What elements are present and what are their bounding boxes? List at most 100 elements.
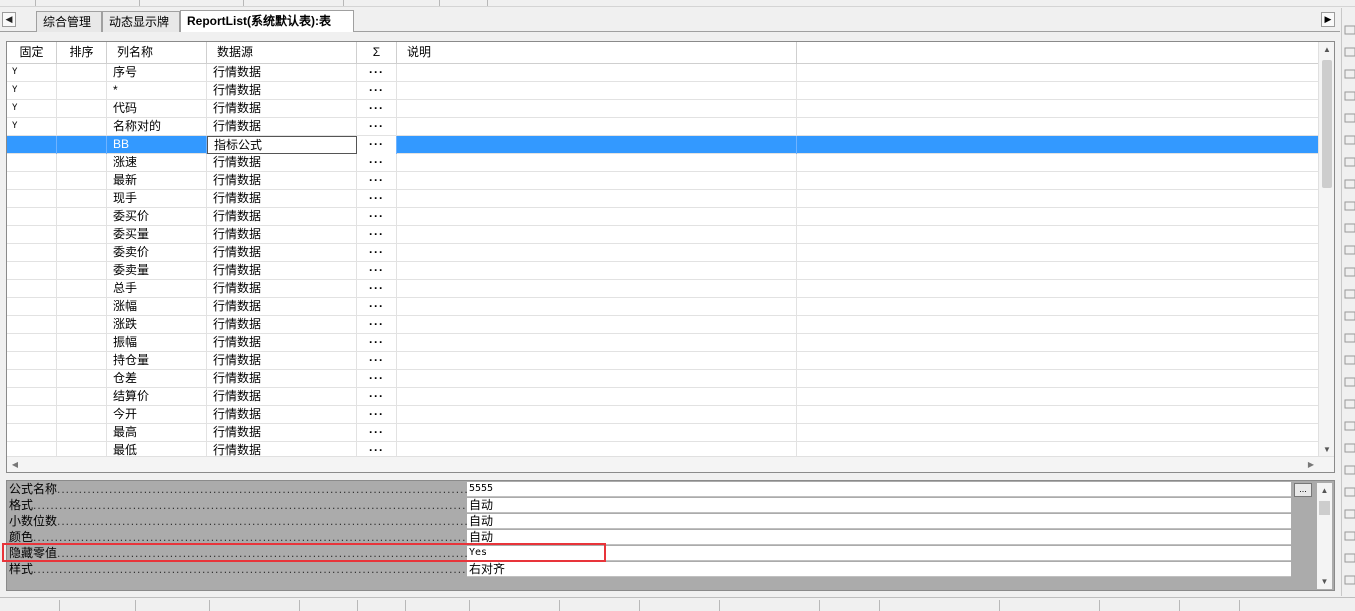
property-value[interactable]: 自动: [467, 498, 1291, 513]
table-row[interactable]: 涨幅 行情数据 ···: [7, 298, 1319, 316]
toolbar-icon[interactable]: [1343, 332, 1355, 346]
toolbar-icon[interactable]: [1343, 464, 1355, 478]
formula-browse-button[interactable]: ...: [1294, 483, 1312, 497]
scroll-up-icon[interactable]: ▲: [1317, 483, 1332, 498]
toolbar-icon[interactable]: [1343, 244, 1355, 258]
toolbar-icon[interactable]: [1343, 156, 1355, 170]
table-row[interactable]: Y 代码 行情数据 ···: [7, 100, 1319, 118]
table-row[interactable]: 持仓量 行情数据 ···: [7, 352, 1319, 370]
scroll-left-icon[interactable]: ◀: [7, 457, 23, 472]
toolbar-icon[interactable]: [1343, 178, 1355, 192]
cell-data-source[interactable]: 行情数据: [207, 316, 357, 334]
toolbar-icon[interactable]: [1343, 486, 1355, 500]
cell-column-name[interactable]: 最高: [107, 424, 207, 442]
toolbar-icon[interactable]: [1343, 420, 1355, 434]
header-sort[interactable]: 排序: [57, 42, 107, 64]
cell-sum[interactable]: ···: [357, 352, 397, 370]
table-row[interactable]: Y 序号 行情数据 ···: [7, 64, 1319, 82]
cell-column-name[interactable]: 持仓量: [107, 352, 207, 370]
scroll-down-icon[interactable]: ▼: [1317, 574, 1332, 589]
toolbar-icon[interactable]: [1343, 288, 1355, 302]
cell-sum[interactable]: ···: [357, 226, 397, 244]
cell-sum[interactable]: ···: [357, 100, 397, 118]
tab-comprehensive-management[interactable]: 综合管理: [36, 11, 102, 32]
toolbar-icon[interactable]: [1343, 24, 1355, 38]
cell-sum[interactable]: ···: [357, 190, 397, 208]
cell-sum[interactable]: ···: [357, 172, 397, 190]
cell-data-source[interactable]: 行情数据: [207, 298, 357, 316]
tab-scroll-left-button[interactable]: ◀: [2, 12, 16, 27]
property-row[interactable]: 颜色......................................…: [7, 530, 1317, 546]
toolbar-icon[interactable]: [1343, 574, 1355, 588]
table-row[interactable]: 最新 行情数据 ···: [7, 172, 1319, 190]
table-row[interactable]: 委卖价 行情数据 ···: [7, 244, 1319, 262]
property-value[interactable]: 自动: [467, 530, 1291, 545]
cell-column-name[interactable]: 仓差: [107, 370, 207, 388]
cell-sum[interactable]: ···: [357, 370, 397, 388]
cell-data-source[interactable]: 行情数据: [207, 226, 357, 244]
header-column-name[interactable]: 列名称: [107, 42, 207, 64]
cell-column-name[interactable]: 序号: [107, 64, 207, 82]
table-row[interactable]: 委买价 行情数据 ···: [7, 208, 1319, 226]
cell-sum[interactable]: ···: [357, 388, 397, 406]
cell-column-name[interactable]: 涨跌: [107, 316, 207, 334]
table-row[interactable]: 今开 行情数据 ···: [7, 406, 1319, 424]
cell-column-name[interactable]: 涨幅: [107, 298, 207, 316]
cell-data-source[interactable]: 行情数据: [207, 424, 357, 442]
cell-data-source[interactable]: 行情数据: [207, 352, 357, 370]
cell-data-source[interactable]: 行情数据: [207, 190, 357, 208]
cell-column-name[interactable]: 代码: [107, 100, 207, 118]
property-scrollbar[interactable]: ▲ ▼: [1317, 483, 1332, 589]
toolbar-icon[interactable]: [1343, 354, 1355, 368]
cell-column-name[interactable]: 委卖量: [107, 262, 207, 280]
toolbar-icon[interactable]: [1343, 112, 1355, 126]
cell-column-name[interactable]: 名称对的: [107, 118, 207, 136]
property-row[interactable]: 小数位数....................................…: [7, 514, 1317, 530]
tab-dynamic-board[interactable]: 动态显示牌: [102, 11, 180, 32]
table-row[interactable]: 仓差 行情数据 ···: [7, 370, 1319, 388]
cell-data-source[interactable]: 行情数据: [207, 100, 357, 118]
cell-column-name[interactable]: 最新: [107, 172, 207, 190]
cell-column-name[interactable]: 总手: [107, 280, 207, 298]
cell-column-name[interactable]: 今开: [107, 406, 207, 424]
table-row[interactable]: 振幅 行情数据 ···: [7, 334, 1319, 352]
table-row[interactable]: 涨速 行情数据 ···: [7, 154, 1319, 172]
toolbar-icon[interactable]: [1343, 68, 1355, 82]
cell-sum[interactable]: ···: [357, 244, 397, 262]
cell-sum[interactable]: ···: [357, 334, 397, 352]
cell-data-source[interactable]: 行情数据: [207, 64, 357, 82]
grid-horizontal-scrollbar[interactable]: ◀ ▶: [7, 456, 1334, 472]
table-row[interactable]: 委买量 行情数据 ···: [7, 226, 1319, 244]
toolbar-icon[interactable]: [1343, 552, 1355, 566]
toolbar-icon[interactable]: [1343, 442, 1355, 456]
property-value[interactable]: Yes: [467, 546, 1291, 561]
header-fixed[interactable]: 固定: [7, 42, 57, 64]
table-row[interactable]: 现手 行情数据 ···: [7, 190, 1319, 208]
table-row[interactable]: 最高 行情数据 ···: [7, 424, 1319, 442]
cell-column-name[interactable]: 涨速: [107, 154, 207, 172]
cell-data-source[interactable]: 行情数据: [207, 172, 357, 190]
table-row[interactable]: 总手 行情数据 ···: [7, 280, 1319, 298]
header-data-source[interactable]: 数据源: [207, 42, 357, 64]
table-row[interactable]: BB 指标公式 ···: [7, 136, 1319, 154]
cell-sum[interactable]: ···: [357, 298, 397, 316]
property-row[interactable]: 隐藏零值....................................…: [7, 546, 1317, 562]
cell-column-name[interactable]: BB: [107, 136, 207, 154]
cell-column-name[interactable]: 委买价: [107, 208, 207, 226]
cell-column-name[interactable]: *: [107, 82, 207, 100]
tab-report-list[interactable]: ReportList(系统默认表):表: [180, 10, 354, 32]
cell-sum[interactable]: ···: [357, 64, 397, 82]
toolbar-icon[interactable]: [1343, 266, 1355, 280]
grid-vertical-scrollbar[interactable]: ▲ ▼: [1318, 42, 1334, 458]
cell-column-name[interactable]: 现手: [107, 190, 207, 208]
toolbar-icon[interactable]: [1343, 376, 1355, 390]
cell-data-source[interactable]: 指标公式: [207, 136, 357, 154]
cell-sum[interactable]: ···: [357, 154, 397, 172]
toolbar-icon[interactable]: [1343, 530, 1355, 544]
toolbar-icon[interactable]: [1343, 90, 1355, 104]
scroll-right-icon[interactable]: ▶: [1303, 457, 1319, 472]
cell-sum[interactable]: ···: [357, 280, 397, 298]
header-description[interactable]: 说明: [397, 42, 797, 64]
cell-sum[interactable]: ···: [357, 118, 397, 136]
cell-column-name[interactable]: 委买量: [107, 226, 207, 244]
